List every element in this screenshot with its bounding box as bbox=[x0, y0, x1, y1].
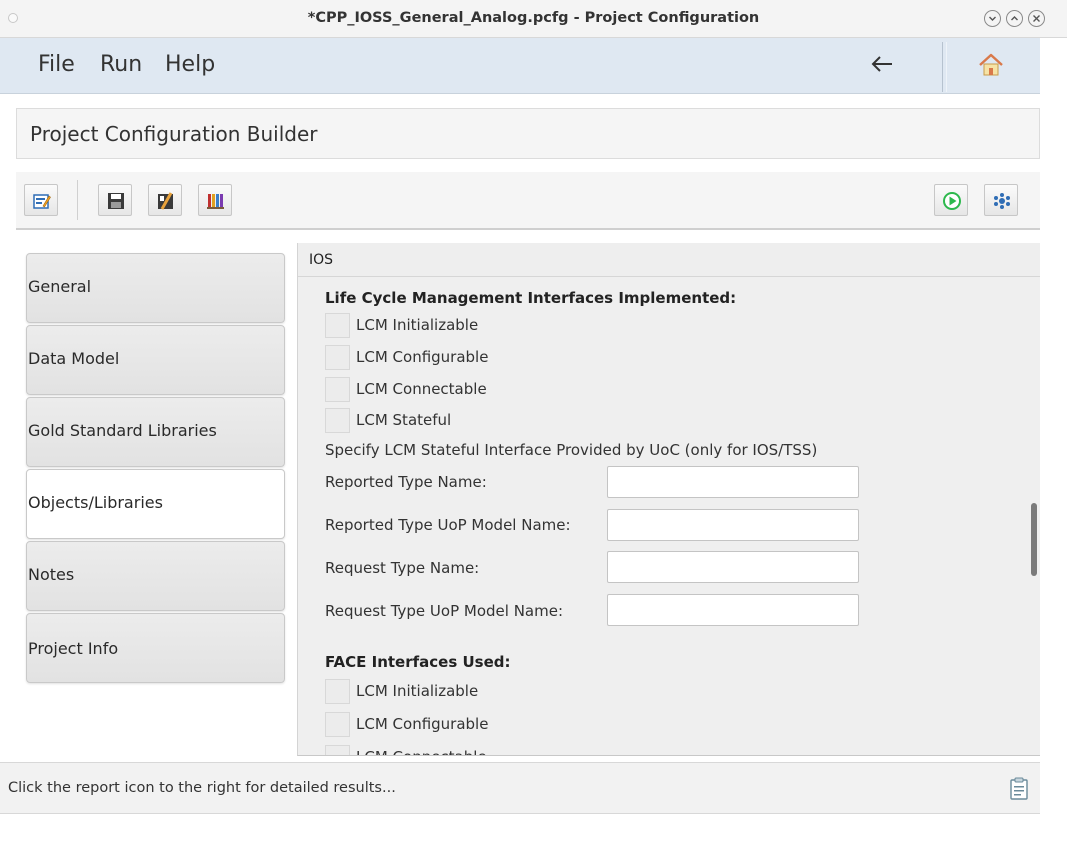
panel-tab-header: IOS bbox=[298, 243, 1040, 277]
minimize-icon[interactable] bbox=[984, 10, 1001, 27]
page-title: Project Configuration Builder bbox=[30, 122, 318, 146]
checkbox-label: LCM Configurable bbox=[356, 348, 489, 366]
menu-run[interactable]: Run bbox=[100, 52, 142, 77]
nav-tab-label: Gold Standard Libraries bbox=[28, 421, 217, 440]
window-edge bbox=[1040, 38, 1067, 814]
menu-separator bbox=[942, 42, 943, 92]
home-icon[interactable] bbox=[976, 50, 1006, 80]
title-bar: *CPP_IOSS_General_Analog.pcfg - Project … bbox=[0, 0, 1067, 38]
settings-button[interactable] bbox=[984, 184, 1018, 216]
library-icon bbox=[207, 194, 224, 209]
checkbox-label: LCM Connectable bbox=[356, 380, 487, 398]
request-type-name-input[interactable] bbox=[607, 551, 859, 583]
face-lcm-connectable-checkbox[interactable] bbox=[325, 745, 350, 755]
nav-tab-label: Objects/Libraries bbox=[28, 493, 163, 512]
nav-tab-general[interactable]: General bbox=[26, 253, 285, 323]
nav-tab-project-info[interactable]: Project Info bbox=[26, 613, 285, 683]
edit-config-button[interactable] bbox=[24, 184, 58, 216]
lcm-connectable-checkbox[interactable] bbox=[325, 377, 350, 402]
lcm-stateful-checkbox[interactable] bbox=[325, 408, 350, 433]
checkbox-label: LCM Configurable bbox=[356, 715, 489, 733]
menu-file[interactable]: File bbox=[38, 52, 75, 77]
stateful-note: Specify LCM Stateful Interface Provided … bbox=[325, 441, 818, 459]
nav-tab-notes[interactable]: Notes bbox=[26, 541, 285, 611]
panel-tab-title: IOS bbox=[309, 252, 334, 268]
checkbox-label: LCM Connectable bbox=[356, 748, 487, 755]
status-bar: Click the report icon to the right for d… bbox=[0, 762, 1040, 814]
run-icon bbox=[943, 192, 961, 210]
scrollbar-thumb[interactable] bbox=[1031, 503, 1037, 576]
lcm-section-title: Life Cycle Management Interfaces Impleme… bbox=[325, 289, 737, 307]
window-title: *CPP_IOSS_General_Analog.pcfg - Project … bbox=[307, 10, 760, 26]
request-type-uop-model-name-input[interactable] bbox=[607, 594, 859, 626]
library-button[interactable] bbox=[198, 184, 232, 216]
save-icon bbox=[108, 193, 124, 209]
edit-config-icon bbox=[33, 194, 51, 209]
toolbar-separator bbox=[77, 180, 78, 220]
save-button[interactable] bbox=[98, 184, 132, 216]
checkbox-label: LCM Initializable bbox=[356, 682, 479, 700]
field-label: Reported Type UoP Model Name: bbox=[325, 516, 571, 534]
nav-tab-label: Project Info bbox=[28, 639, 119, 658]
nav-tab-data-model[interactable]: Data Model bbox=[26, 325, 285, 395]
nav-tab-label: Data Model bbox=[28, 349, 120, 368]
menu-bar: File Run Help bbox=[0, 38, 1040, 94]
run-button[interactable] bbox=[934, 184, 968, 216]
face-section-title: FACE Interfaces Used: bbox=[325, 653, 511, 671]
clear-icon bbox=[158, 192, 173, 210]
maximize-icon[interactable] bbox=[1006, 10, 1023, 27]
toolbar bbox=[16, 172, 1040, 230]
settings-icon bbox=[994, 193, 1010, 209]
lcm-initializable-checkbox[interactable] bbox=[325, 313, 350, 338]
reported-type-name-input[interactable] bbox=[607, 466, 859, 498]
report-icon[interactable] bbox=[1008, 777, 1030, 801]
menu-help[interactable]: Help bbox=[165, 52, 215, 77]
lcm-configurable-checkbox[interactable] bbox=[325, 345, 350, 370]
window-bottom bbox=[0, 814, 1067, 857]
field-label: Reported Type Name: bbox=[325, 473, 487, 491]
nav-tab-objects-libraries[interactable]: Objects/Libraries bbox=[26, 469, 285, 539]
checkbox-label: LCM Initializable bbox=[356, 316, 479, 334]
clear-button[interactable] bbox=[148, 184, 182, 216]
menu-separator-highlight bbox=[946, 42, 947, 92]
nav-tab-gold-standard-libraries[interactable]: Gold Standard Libraries bbox=[26, 397, 285, 467]
checkbox-label: LCM Stateful bbox=[356, 411, 452, 429]
builder-header: Project Configuration Builder bbox=[16, 108, 1040, 159]
nav-tab-label: Notes bbox=[28, 565, 75, 584]
status-message: Click the report icon to the right for d… bbox=[8, 780, 396, 796]
back-arrow-icon[interactable] bbox=[868, 49, 896, 79]
face-lcm-initializable-checkbox[interactable] bbox=[325, 679, 350, 704]
field-label: Request Type UoP Model Name: bbox=[325, 602, 564, 620]
face-lcm-configurable-checkbox[interactable] bbox=[325, 712, 350, 737]
nav-tab-label: General bbox=[28, 277, 92, 296]
reported-type-uop-model-name-input[interactable] bbox=[607, 509, 859, 541]
close-icon[interactable] bbox=[1028, 10, 1045, 27]
content-panel: IOS Life Cycle Management Interfaces Imp… bbox=[297, 243, 1041, 756]
field-label: Request Type Name: bbox=[325, 559, 480, 577]
